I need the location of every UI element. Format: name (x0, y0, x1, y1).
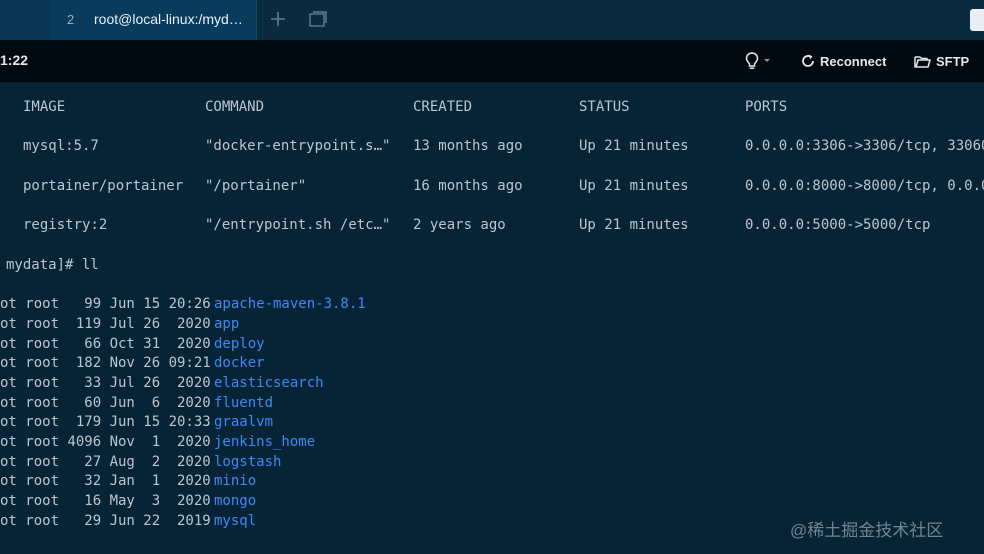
file-meta: ot root 182 Nov 26 09:21 (0, 355, 211, 371)
container-status: Up 21 minutes (579, 217, 689, 233)
file-meta: ot root 4096 Nov 1 2020 (0, 434, 211, 450)
container-command: "/entrypoint.sh /etc…" (205, 217, 391, 233)
file-meta: ot root 29 Jun 22 2019 (0, 513, 211, 529)
terminal-output[interactable]: IMAGE COMMAND CREATED STATUS PORTS mysql… (0, 82, 984, 554)
list-item: ot root 119 Jul 26 2020 app (0, 316, 984, 336)
directory-name: apache-maven-3.8.1 (214, 296, 366, 312)
container-command: "/portainer" (205, 178, 307, 194)
container-ports: 0.0.0.0:5000->5000/tcp (745, 217, 931, 233)
container-ports: 0.0.0.0:3306->3306/tcp, 33060 (745, 138, 984, 154)
container-created: 13 months ago (413, 138, 523, 154)
lightbulb-icon (745, 52, 759, 69)
watermark: @稀土掘金技术社区 (790, 521, 944, 540)
container-ports: 0.0.0.0:8000->8000/tcp, 0.0.0 (745, 178, 984, 194)
column-header-command: COMMAND (205, 99, 265, 115)
prompt-command: mydata]# ll (6, 257, 99, 273)
reconnect-label: Reconnect (820, 53, 887, 69)
list-item: ot root 16 May 3 2020 mongo (0, 493, 984, 513)
session-timer: 1:22 (0, 52, 29, 68)
file-meta: ot root 32 Jan 1 2020 (0, 473, 211, 489)
reconnect-button[interactable]: Reconnect (801, 51, 886, 71)
list-item: ot root 66 Oct 31 2020 deploy (0, 336, 984, 356)
column-header-status: STATUS (579, 99, 630, 115)
container-image: portainer/portainer (23, 178, 184, 194)
session-toolbar: 1:22 Reconnect SFTP (0, 40, 984, 82)
column-header-created: CREATED (413, 99, 473, 115)
tab-overflow-indicator[interactable] (970, 9, 984, 31)
new-tab-button[interactable] (267, 7, 289, 31)
directory-name: deploy (214, 336, 265, 352)
folder-icon (914, 55, 931, 68)
shell-prompt: mydata]# ll (0, 257, 984, 277)
container-row: mysql:5.7 "docker-entrypoint.s…" 13 mont… (0, 138, 984, 158)
list-item: ot root 27 Aug 2 2020 logstash (0, 454, 984, 474)
directory-name: elasticsearch (214, 375, 324, 391)
list-item: ot root 32 Jan 1 2020 minio (0, 473, 984, 493)
container-status: Up 21 minutes (579, 178, 689, 194)
container-image: registry:2 (23, 217, 108, 233)
tab-title: root@local-linux:/mydata (94, 11, 246, 27)
list-item: ot root 99 Jun 15 20:26 apache-maven-3.8.… (0, 296, 984, 316)
container-status: Up 21 minutes (579, 138, 689, 154)
directory-name: mongo (214, 493, 257, 509)
directory-name: logstash (214, 454, 282, 470)
docker-ps-header: IMAGE COMMAND CREATED STATUS PORTS (0, 99, 984, 119)
directory-name: docker (214, 355, 265, 371)
file-meta: ot root 60 Jun 6 2020 (0, 395, 211, 411)
container-created: 2 years ago (413, 217, 506, 233)
hints-dropdown[interactable] (745, 52, 770, 70)
list-item: ot root 182 Nov 26 09:21 docker (0, 355, 984, 375)
sftp-button[interactable]: SFTP (914, 51, 969, 71)
refresh-icon (802, 54, 814, 67)
container-row: portainer/portainer "/portainer" 16 mont… (0, 178, 984, 198)
list-item: ot root 179 Jun 15 20:33 graalvm (0, 414, 984, 434)
column-header-image: IMAGE (23, 99, 66, 115)
file-meta: ot root 99 Jun 15 20:26 (0, 296, 211, 312)
tab-previous[interactable] (0, 0, 50, 40)
list-item: ot root 33 Jul 26 2020 elasticsearch (0, 375, 984, 395)
list-item: ot root 60 Jun 6 2020 fluentd (0, 395, 984, 415)
file-meta: ot root 119 Jul 26 2020 (0, 316, 211, 332)
chevron-down-icon (764, 59, 770, 62)
tab-bar: 2 root@local-linux:/mydata (0, 0, 984, 40)
column-header-ports: PORTS (745, 99, 788, 115)
plus-icon (271, 12, 285, 26)
file-meta: ot root 66 Oct 31 2020 (0, 336, 211, 352)
file-meta: ot root 179 Jun 15 20:33 (0, 414, 211, 430)
file-meta: ot root 33 Jul 26 2020 (0, 375, 211, 391)
directory-name: graalvm (214, 414, 274, 430)
directory-name: jenkins_home (214, 434, 316, 450)
container-row: registry:2 "/entrypoint.sh /etc…" 2 year… (0, 217, 984, 237)
sftp-label: SFTP (936, 53, 970, 69)
tab-number: 2 (67, 12, 75, 27)
container-created: 16 months ago (413, 178, 523, 194)
directory-name: app (214, 316, 240, 332)
directory-name: fluentd (214, 395, 274, 411)
directory-name: minio (214, 473, 257, 489)
container-command: "docker-entrypoint.s…" (205, 138, 391, 154)
tab-session-active[interactable]: 2 root@local-linux:/mydata (50, 0, 257, 40)
directory-name: mysql (214, 513, 257, 529)
tab-overview-button[interactable] (309, 11, 327, 27)
file-meta: ot root 27 Aug 2 2020 (0, 454, 211, 470)
file-meta: ot root 16 May 3 2020 (0, 493, 211, 509)
window-icon (309, 11, 327, 27)
list-item: ot root 4096 Nov 1 2020 jenkins_home (0, 434, 984, 454)
container-image: mysql:5.7 (23, 138, 99, 154)
